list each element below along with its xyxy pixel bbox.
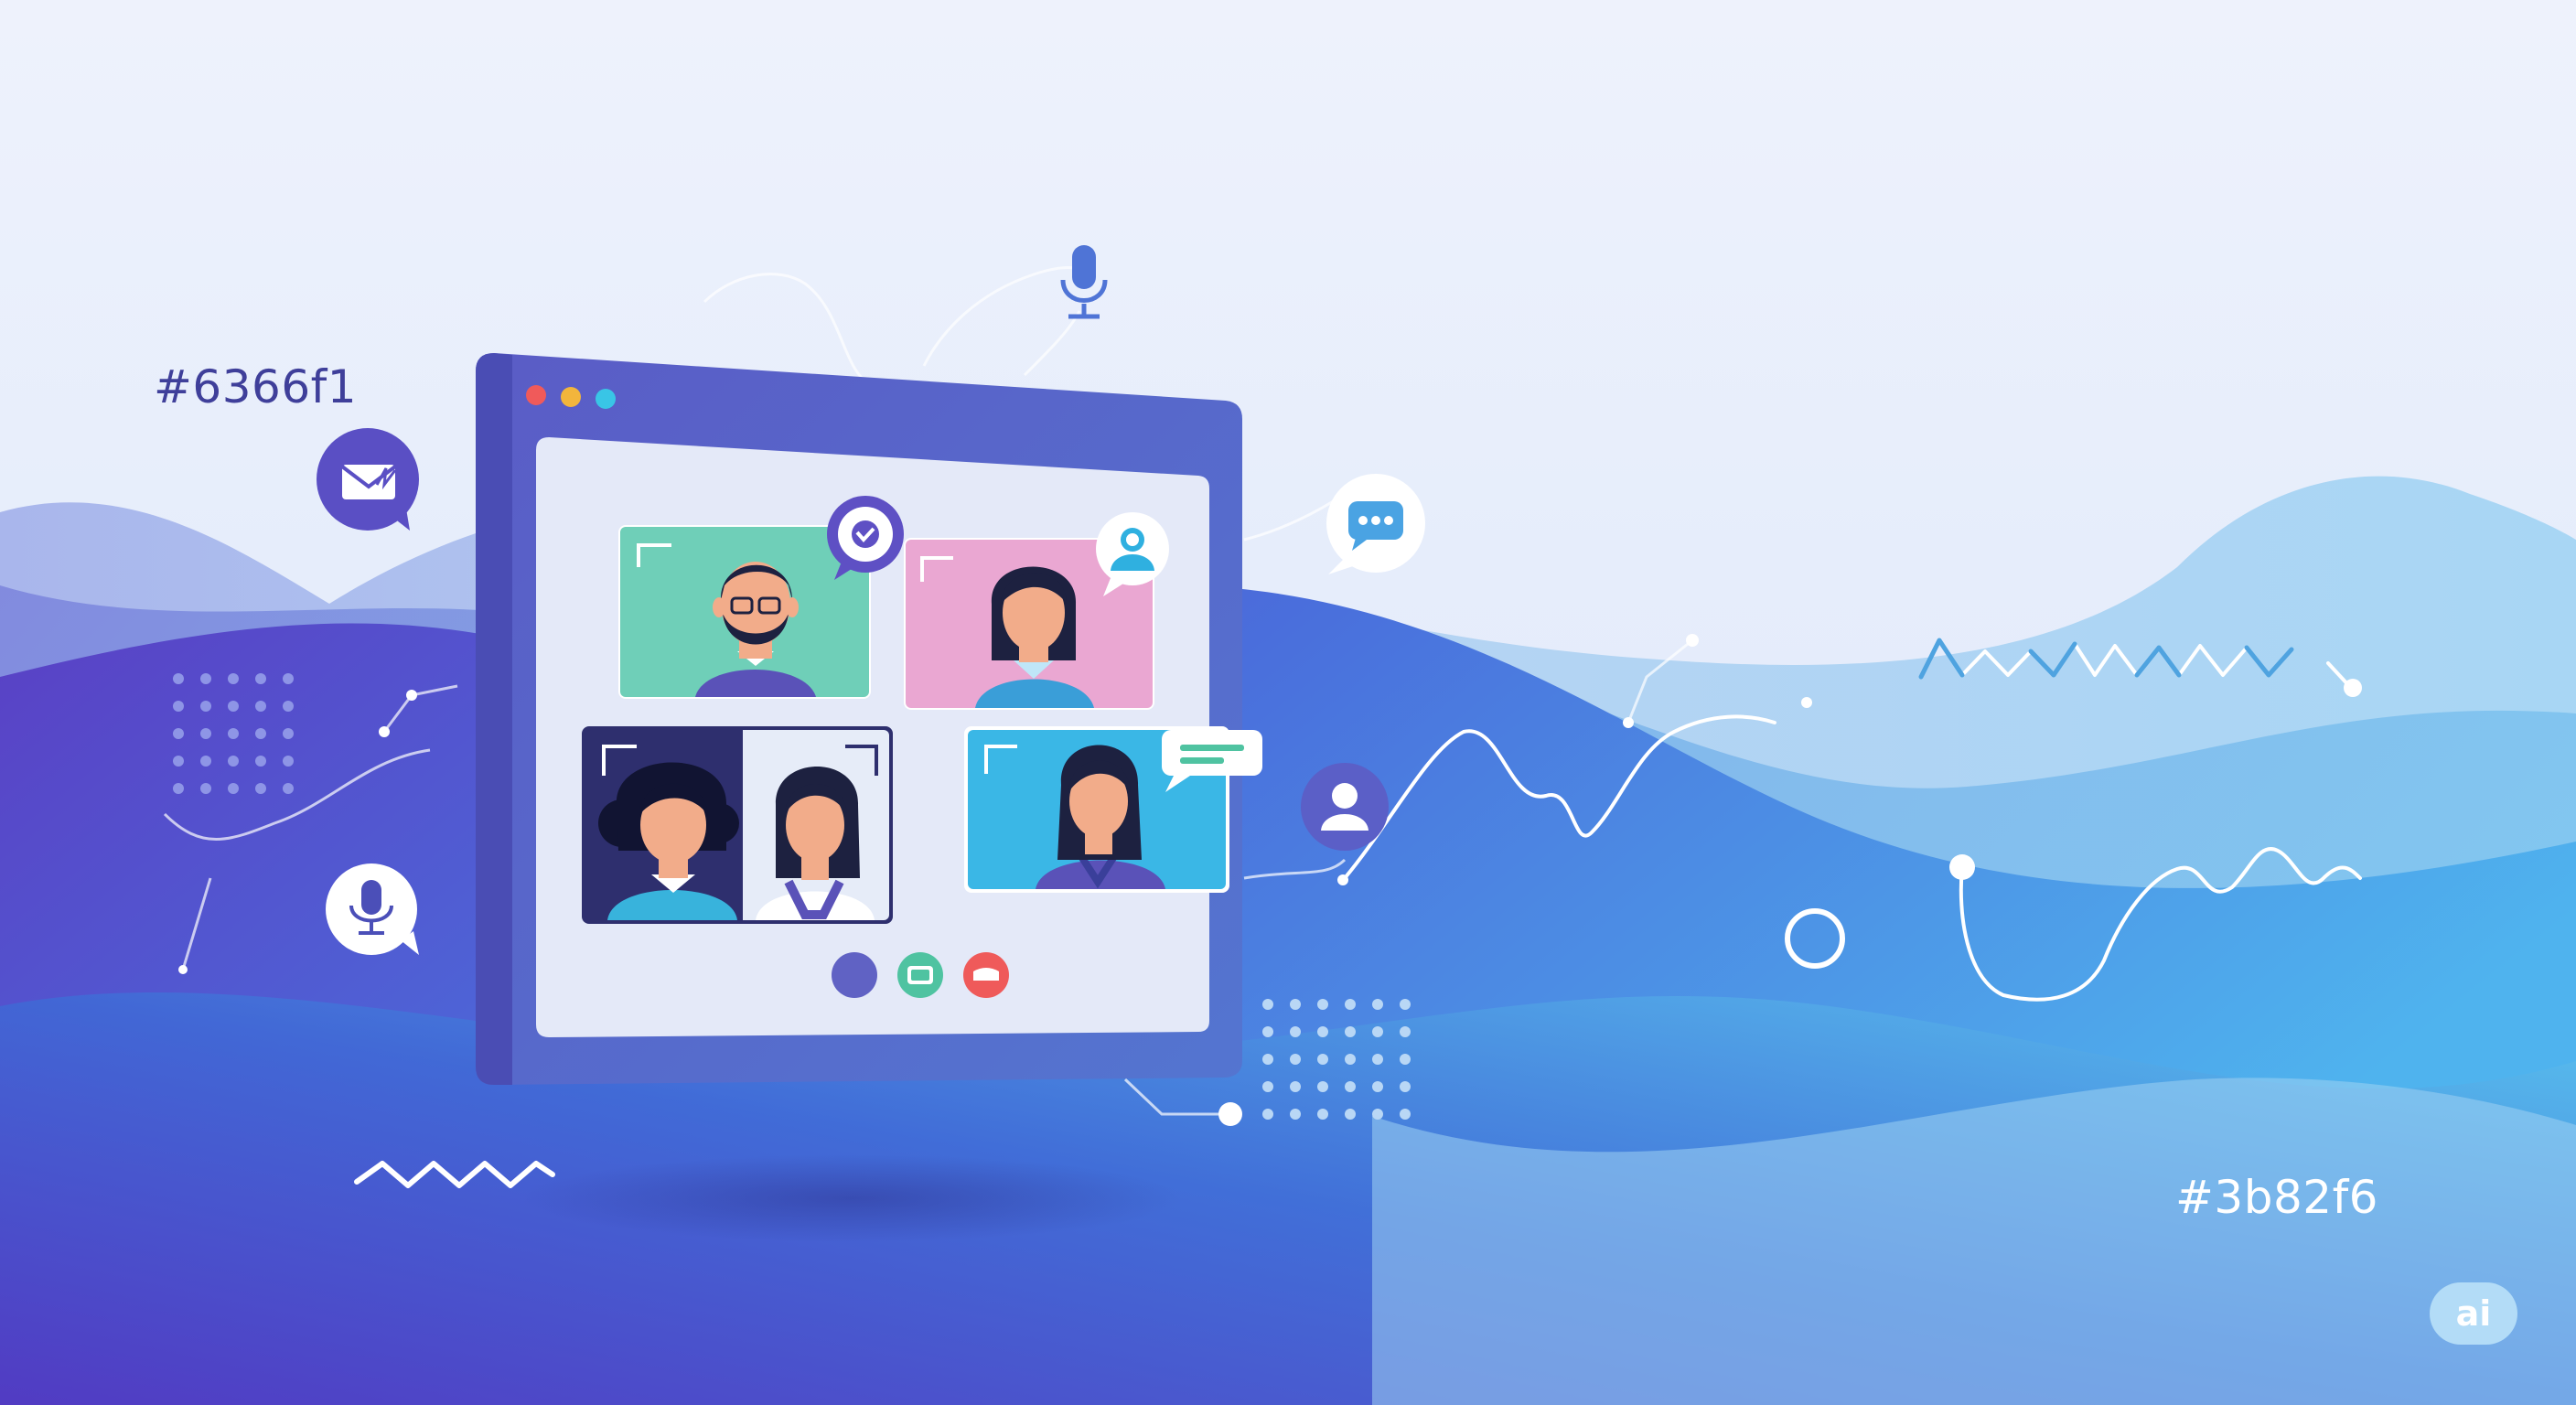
conference-window <box>476 353 1262 1085</box>
primary-color-label: #6366f1 <box>154 360 358 413</box>
hangup-icon <box>973 968 999 981</box>
envelope-bubble <box>317 428 419 531</box>
user-badge-right <box>1301 763 1389 851</box>
window-shadow <box>521 1154 1180 1242</box>
chat-dots-bubble <box>1326 474 1425 574</box>
window-frame-edge <box>476 353 512 1085</box>
video-button[interactable] <box>897 952 943 998</box>
microphone-icon <box>1060 245 1108 319</box>
leave-button[interactable] <box>963 952 1009 998</box>
participant-tile-3[interactable] <box>582 726 893 924</box>
window-minimize-dot[interactable] <box>561 387 581 407</box>
envelope-icon <box>340 465 397 499</box>
join-button[interactable] <box>832 952 877 998</box>
check-badge-icon <box>852 520 879 548</box>
window-close-dot[interactable] <box>526 385 546 405</box>
window-maximize-dot[interactable] <box>596 389 616 409</box>
signal-node <box>1949 854 1975 880</box>
call-controls <box>832 952 1009 998</box>
camera-icon <box>907 966 933 984</box>
ai-badge: ai <box>2430 1282 2517 1345</box>
signal-node-end <box>2344 679 2362 697</box>
microphone-top <box>1060 245 1108 319</box>
secondary-color-label: #3b82f6 <box>2175 1171 2378 1224</box>
